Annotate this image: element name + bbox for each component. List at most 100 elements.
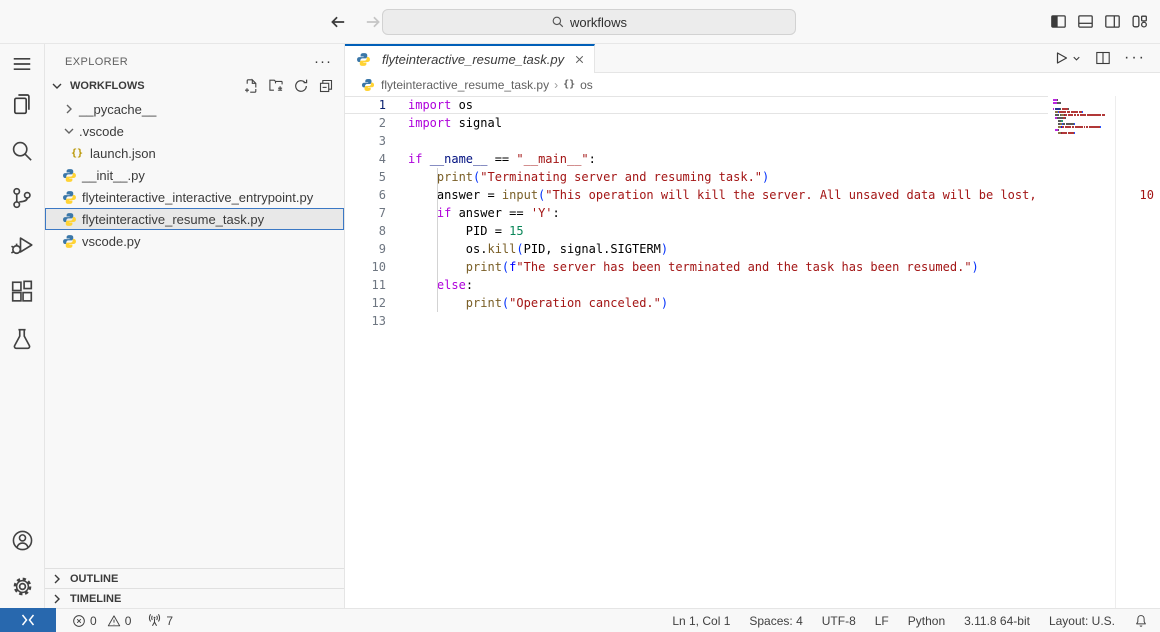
menu-icon[interactable] xyxy=(0,48,45,80)
breadcrumb-separator-icon: › xyxy=(554,78,558,92)
tree-item-label: launch.json xyxy=(90,146,156,161)
breadcrumb-file[interactable]: flyteinteractive_resume_task.py xyxy=(381,78,549,92)
line-number[interactable]: 12 xyxy=(345,294,386,312)
line-number[interactable]: 1 xyxy=(345,96,386,114)
close-icon[interactable] xyxy=(573,53,586,66)
new-folder-icon[interactable] xyxy=(268,78,284,94)
code-line-13[interactable]: 13 xyxy=(345,312,1160,330)
minimap[interactable] xyxy=(1048,96,1115,608)
split-editor-icon[interactable] xyxy=(1095,50,1111,66)
keyboard-layout[interactable]: Layout: U.S. xyxy=(1049,614,1115,628)
chevron-right-icon xyxy=(49,571,65,587)
python-file-icon xyxy=(61,233,77,249)
toggle-secondary-sidebar-icon[interactable] xyxy=(1104,13,1121,30)
search-icon xyxy=(551,15,565,29)
tree-item--pycache-[interactable]: __pycache__ xyxy=(45,98,344,120)
settings-gear-icon[interactable] xyxy=(0,564,45,608)
notifications-bell[interactable] xyxy=(1134,614,1148,628)
source-control-icon[interactable] xyxy=(0,174,45,221)
indent-guide xyxy=(437,294,438,312)
search-sidebar-icon[interactable] xyxy=(0,127,45,174)
testing-icon[interactable] xyxy=(0,315,45,362)
line-number[interactable]: 6 xyxy=(345,186,386,204)
python-file-icon xyxy=(61,211,77,227)
eol-sequence[interactable]: LF xyxy=(875,614,889,628)
line-number[interactable]: 8 xyxy=(345,222,386,240)
python-interpreter[interactable]: 3.11.8 64-bit xyxy=(964,614,1030,628)
line-number[interactable]: 4 xyxy=(345,150,386,168)
language-mode[interactable]: Python xyxy=(908,614,945,628)
code-line-5[interactable]: 5 print("Terminating server and resuming… xyxy=(345,168,1160,186)
tree-item-launch-json[interactable]: {}launch.json xyxy=(45,142,344,164)
code-line-12[interactable]: 12 print("Operation canceled.") xyxy=(345,294,1160,312)
outline-section-header[interactable]: OUTLINE xyxy=(45,568,344,588)
code-line-6[interactable]: 6 answer = input("This operation will ki… xyxy=(345,186,1160,204)
titlebar: workflows xyxy=(0,0,1160,44)
tree-item-vscode-py[interactable]: vscode.py xyxy=(45,230,344,252)
code-line-10[interactable]: 10 print(f"The server has been terminate… xyxy=(345,258,1160,276)
code-line-7[interactable]: 7 if answer == 'Y': xyxy=(345,204,1160,222)
run-and-debug-icon[interactable] xyxy=(0,221,45,268)
code-line-8[interactable]: 8 PID = 15 xyxy=(345,222,1160,240)
more-actions-icon[interactable]: ··· xyxy=(1124,53,1146,63)
tree-item-flyteinteractive-interactive-entrypoint-py[interactable]: flyteinteractive_interactive_entrypoint.… xyxy=(45,186,344,208)
code-line-11[interactable]: 11 else: xyxy=(345,276,1160,294)
tree-item--vscode[interactable]: .vscode xyxy=(45,120,344,142)
line-number[interactable]: 10 xyxy=(345,258,386,276)
indentation[interactable]: Spaces: 4 xyxy=(749,614,802,628)
line-number[interactable]: 7 xyxy=(345,204,386,222)
code-line-1[interactable]: 1import os xyxy=(345,96,1160,114)
back-arrow-icon[interactable] xyxy=(328,12,348,32)
code-line-2[interactable]: 2import signal xyxy=(345,114,1160,132)
indent-guide xyxy=(437,240,438,258)
python-file-icon xyxy=(360,77,376,93)
encoding[interactable]: UTF-8 xyxy=(822,614,856,628)
line-number[interactable]: 2 xyxy=(345,114,386,132)
tree-item-flyteinteractive-resume-task-py[interactable]: flyteinteractive_resume_task.py xyxy=(45,208,344,230)
new-file-icon[interactable] xyxy=(243,78,259,94)
outline-label: OUTLINE xyxy=(70,573,118,585)
remote-indicator[interactable] xyxy=(0,608,56,632)
refresh-icon[interactable] xyxy=(293,78,309,94)
line-number[interactable]: 11 xyxy=(345,276,386,294)
toggle-primary-sidebar-icon[interactable] xyxy=(1050,13,1067,30)
chevron-down-icon xyxy=(1071,53,1082,64)
warning-count: 0 xyxy=(125,614,132,628)
breadcrumb-symbol[interactable]: os xyxy=(580,78,593,92)
tab-label: flyteinteractive_resume_task.py xyxy=(382,52,567,67)
tree-item--init-py[interactable]: __init__.py xyxy=(45,164,344,186)
editor-scrollbar[interactable] xyxy=(1115,96,1160,608)
problems-status[interactable]: 0 0 xyxy=(72,614,131,628)
collapse-all-icon[interactable] xyxy=(318,78,334,94)
layout-controls xyxy=(1050,13,1148,30)
timeline-section-header[interactable]: TIMELINE xyxy=(45,588,344,608)
tree-item-label: __pycache__ xyxy=(79,102,156,117)
forward-arrow-icon[interactable] xyxy=(363,12,383,32)
line-number[interactable]: 13 xyxy=(345,312,386,330)
tree-item-label: .vscode xyxy=(79,124,124,139)
run-button[interactable] xyxy=(1053,50,1082,66)
chevron-right-icon xyxy=(49,591,65,607)
toggle-panel-icon[interactable] xyxy=(1077,13,1094,30)
line-number[interactable]: 5 xyxy=(345,168,386,186)
explorer-icon[interactable] xyxy=(0,80,45,127)
code-line-3[interactable]: 3 xyxy=(345,132,1160,150)
code-line-4[interactable]: 4if __name__ == "__main__": xyxy=(345,150,1160,168)
cursor-position[interactable]: Ln 1, Col 1 xyxy=(672,614,730,628)
code-editor[interactable]: 1import os2import signal34if __name__ ==… xyxy=(345,96,1160,608)
customize-layout-icon[interactable] xyxy=(1131,13,1148,30)
line-number[interactable]: 9 xyxy=(345,240,386,258)
explorer-more-actions-icon[interactable]: ··· xyxy=(314,57,332,67)
activity-bar xyxy=(0,44,45,608)
line-number[interactable]: 3 xyxy=(345,132,386,150)
search-input[interactable]: workflows xyxy=(382,9,796,35)
extensions-icon[interactable] xyxy=(0,268,45,315)
code-line-9[interactable]: 9 os.kill(PID, signal.SIGTERM) xyxy=(345,240,1160,258)
file-tree: __pycache__ .vscode {}launch.json__init__.… xyxy=(45,98,344,252)
workflows-section-header[interactable]: WORKFLOWS xyxy=(45,74,344,98)
tab-flyteinteractive-resume-task[interactable]: flyteinteractive_resume_task.py xyxy=(345,44,595,73)
ports-status[interactable]: 7 xyxy=(147,613,173,628)
tree-item-label: flyteinteractive_resume_task.py xyxy=(82,212,264,227)
indent-guide xyxy=(437,258,438,276)
account-icon[interactable] xyxy=(0,517,45,564)
